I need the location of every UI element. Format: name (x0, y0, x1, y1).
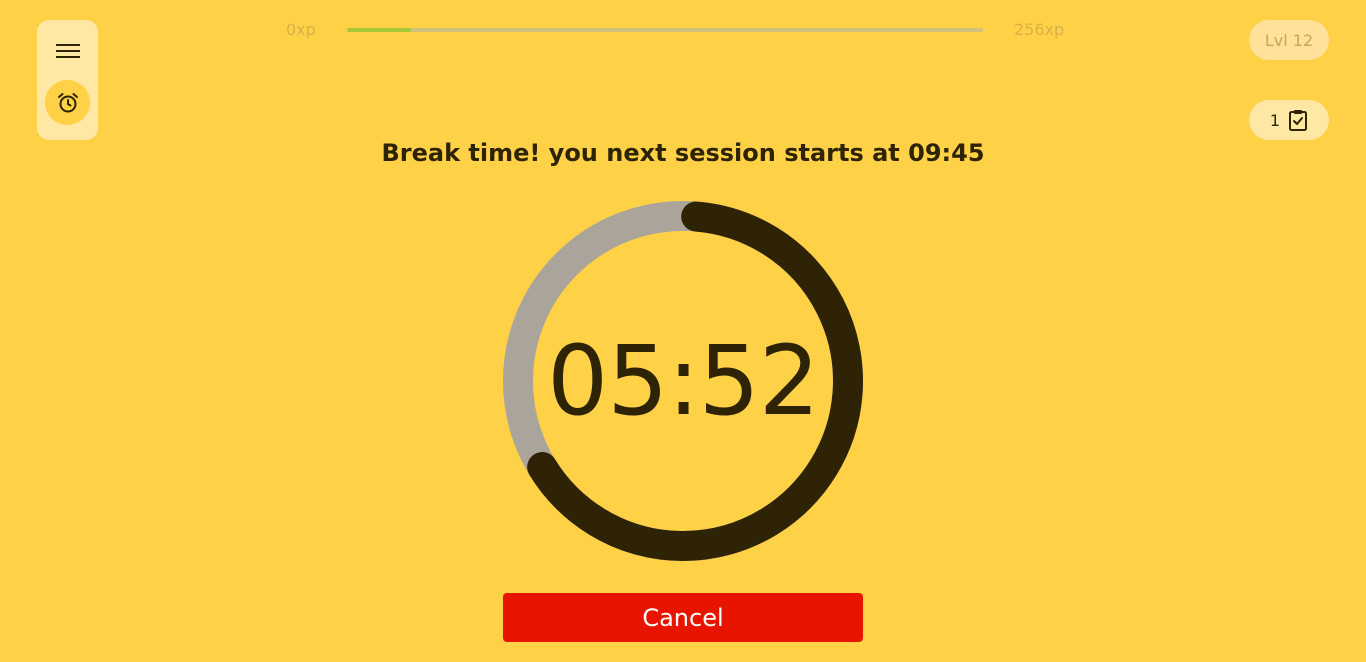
tasks-count: 1 (1269, 110, 1281, 130)
clipboard-check-icon (1289, 110, 1308, 131)
xp-max-label: 256xp (1014, 20, 1065, 39)
level-badge[interactable]: Lvl 12 (1249, 20, 1329, 60)
timer-display: 05:52 (547, 325, 820, 437)
menu-button[interactable] (45, 28, 90, 73)
hamburger-icon (55, 43, 80, 58)
cancel-button[interactable]: Cancel (503, 593, 863, 642)
xp-fill (347, 28, 411, 32)
xp-track (347, 28, 983, 32)
level-label: Lvl 12 (1264, 30, 1314, 50)
xp-min-label: 0xp (286, 20, 316, 39)
xp-progress: 0xp 256xp (280, 18, 1070, 42)
alarm-clock-icon (57, 92, 78, 112)
sidebar (37, 20, 98, 140)
timer-nav-button[interactable] (45, 80, 90, 125)
session-headline: Break time! you next session starts at 0… (381, 139, 985, 167)
tasks-button[interactable]: 1 (1249, 100, 1329, 140)
countdown-timer: 05:52 (503, 201, 863, 561)
